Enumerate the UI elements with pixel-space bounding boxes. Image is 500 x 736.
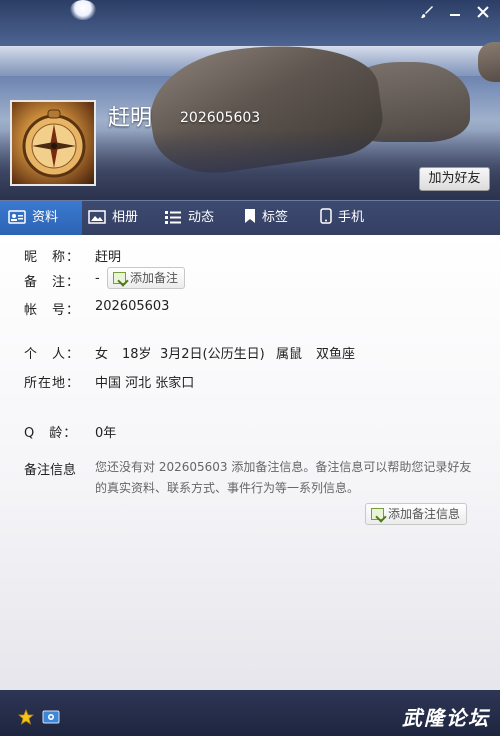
tab-album[interactable]: 相册 bbox=[80, 201, 158, 235]
gender-value: 女 bbox=[95, 347, 109, 362]
rock-decoration bbox=[478, 42, 500, 82]
add-remark-label: 添加备注 bbox=[130, 271, 179, 285]
edit-note-icon bbox=[113, 272, 126, 284]
tab-label: 手机 bbox=[338, 210, 365, 225]
remark-label: 备 注： bbox=[24, 275, 81, 290]
profile-info-panel: 昵 称： 赶明 备 注： - 添加备注 帐 号： 202605603 个 人： … bbox=[0, 235, 500, 690]
tab-tags[interactable]: 标签 bbox=[236, 201, 314, 235]
add-remark-info-label: 添加备注信息 bbox=[388, 507, 461, 521]
account-value: 202605603 bbox=[95, 299, 170, 314]
location-label: 所在地： bbox=[24, 376, 81, 391]
birthday-value: 3月2日(公历生日) bbox=[160, 347, 265, 362]
q-age-label: Q 龄： bbox=[24, 426, 78, 441]
add-friend-button[interactable]: 加为好友 bbox=[419, 167, 490, 191]
zodiac-value: 属鼠 bbox=[276, 347, 303, 362]
profile-card-icon bbox=[8, 210, 26, 224]
tab-label: 标签 bbox=[262, 210, 289, 225]
tab-profile[interactable]: 资料 bbox=[0, 201, 82, 235]
feed-list-icon bbox=[165, 211, 181, 224]
profile-qq-number: 202605603 bbox=[180, 110, 261, 126]
star-icon[interactable] bbox=[17, 708, 35, 729]
add-remark-info-button[interactable]: 添加备注信息 bbox=[365, 503, 468, 525]
bottom-bar: 武隆论坛 bbox=[0, 690, 500, 736]
avatar[interactable] bbox=[10, 100, 96, 186]
photo-album-icon bbox=[88, 210, 106, 224]
forum-watermark: 武隆论坛 bbox=[402, 706, 490, 730]
id-card-icon[interactable] bbox=[42, 709, 60, 729]
profile-tab-bar: 资料 相册 动态 标签 手机 bbox=[0, 200, 500, 235]
bookmark-icon bbox=[245, 209, 255, 223]
remark-info-label: 备注信息 bbox=[24, 463, 77, 478]
constellation-value: 双鱼座 bbox=[316, 347, 356, 362]
personal-label: 个 人： bbox=[24, 347, 81, 362]
q-age-value: 0年 bbox=[95, 426, 117, 441]
account-label: 帐 号： bbox=[24, 303, 81, 318]
tab-label: 相册 bbox=[112, 210, 139, 225]
nickname-label: 昵 称： bbox=[24, 250, 81, 265]
profile-header: 赶明 202605603 加为好友 bbox=[0, 0, 500, 200]
tab-mobile[interactable]: 手机 bbox=[312, 201, 390, 235]
compass-avatar-image bbox=[22, 109, 86, 178]
nickname-value: 赶明 bbox=[95, 250, 122, 265]
skin-brush-icon[interactable] bbox=[416, 4, 438, 24]
close-icon[interactable] bbox=[472, 4, 494, 24]
remark-info-text: 您还没有对 202605603 添加备注信息。备注信息可以帮助您记录好友的真实资… bbox=[95, 460, 472, 495]
tab-label: 动态 bbox=[188, 210, 215, 225]
moon-decoration bbox=[70, 0, 96, 20]
mobile-phone-icon bbox=[320, 208, 332, 224]
profile-nickname: 赶明 bbox=[108, 106, 153, 131]
add-remark-button[interactable]: 添加备注 bbox=[107, 267, 186, 289]
minimize-icon[interactable] bbox=[444, 4, 466, 24]
tab-feed[interactable]: 动态 bbox=[156, 201, 234, 235]
tab-label: 资料 bbox=[32, 210, 59, 225]
location-value: 中国 河北 张家口 bbox=[95, 376, 195, 391]
edit-note-icon bbox=[371, 508, 384, 520]
age-value: 18岁 bbox=[122, 347, 152, 362]
remark-value: - bbox=[95, 271, 100, 286]
